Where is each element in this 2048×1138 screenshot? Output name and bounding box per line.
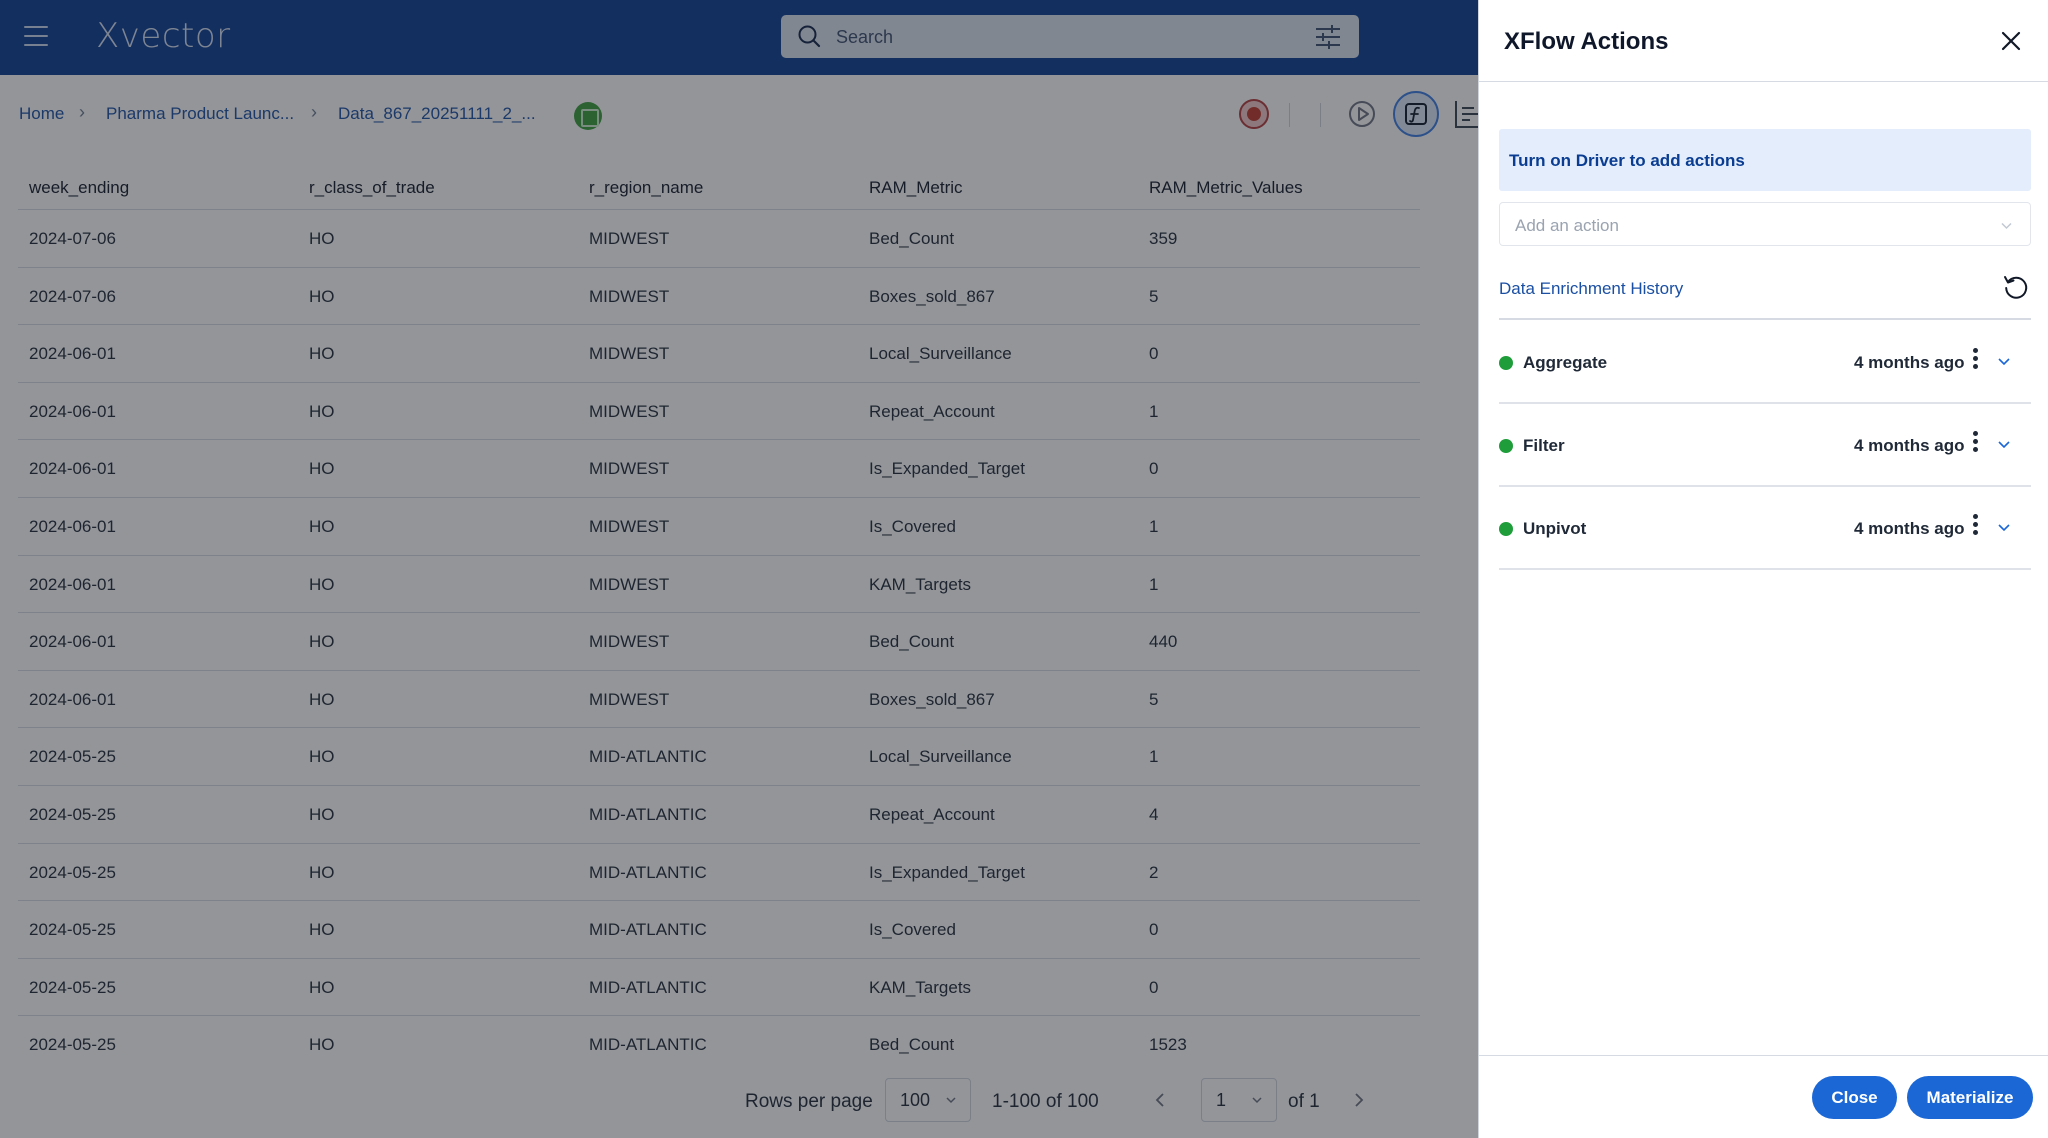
action-name: Filter xyxy=(1523,436,1565,455)
history-icon[interactable] xyxy=(2003,274,2029,300)
chevron-down-icon[interactable] xyxy=(1997,522,2011,534)
status-dot xyxy=(1499,356,1513,370)
driver-notice: Turn on Driver to add actions xyxy=(1499,129,2031,191)
chevron-down-icon[interactable] xyxy=(1997,356,2011,368)
chevron-down-icon xyxy=(2001,222,2012,230)
chevron-down-icon[interactable] xyxy=(1997,439,2011,451)
status-dot xyxy=(1499,439,1513,453)
action-history-item-filter[interactable]: Filter 4 months ago xyxy=(1499,404,2031,487)
kebab-menu-icon[interactable] xyxy=(1969,514,1981,540)
add-action-placeholder: Add an action xyxy=(1515,216,1619,235)
materialize-button[interactable]: Materialize xyxy=(1907,1076,2033,1119)
close-icon[interactable] xyxy=(2000,30,2022,52)
action-timestamp: 4 months ago xyxy=(1854,519,1965,538)
drawer-title: XFlow Actions xyxy=(1504,28,1669,55)
add-action-select[interactable]: Add an action xyxy=(1499,202,2031,246)
kebab-menu-icon[interactable] xyxy=(1969,348,1981,374)
driver-notice-text: Turn on Driver to add actions xyxy=(1509,151,1745,170)
status-dot xyxy=(1499,522,1513,536)
action-name: Aggregate xyxy=(1523,353,1608,372)
action-timestamp: 4 months ago xyxy=(1854,353,1965,372)
close-button[interactable]: Close xyxy=(1812,1076,1897,1119)
action-name: Unpivot xyxy=(1523,519,1587,538)
drawer-footer-divider xyxy=(1479,1055,2048,1056)
modal-backdrop[interactable] xyxy=(0,0,1478,1138)
action-timestamp: 4 months ago xyxy=(1854,436,1965,455)
xflow-actions-drawer: XFlow Actions Turn on Driver to add acti… xyxy=(1478,0,2048,1138)
history-title: Data Enrichment History xyxy=(1499,279,1684,298)
drawer-header-divider xyxy=(1479,81,2048,82)
kebab-menu-icon[interactable] xyxy=(1969,431,1981,457)
action-history-item-aggregate[interactable]: Aggregate 4 months ago xyxy=(1499,321,2031,404)
action-history-item-unpivot[interactable]: Unpivot 4 months ago xyxy=(1499,487,2031,570)
history-divider xyxy=(1499,318,2031,320)
